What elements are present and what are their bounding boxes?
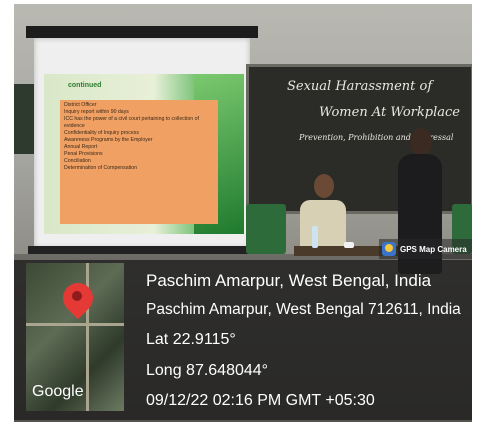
green-chair: [246, 204, 286, 254]
side-board: [14, 84, 36, 154]
slide-item: Awareness Programs by the Employer: [64, 137, 153, 143]
gps-map-camera-icon: [382, 242, 396, 256]
slide-item: Confidentiality of Inquiry process: [64, 130, 139, 136]
map-pin-dot: [72, 291, 82, 301]
map-road: [26, 323, 124, 326]
longitude: Long 87.648044°: [146, 362, 269, 379]
speaker-head: [410, 128, 432, 156]
slide-item: Inquiry report within 90 days: [64, 109, 129, 115]
slide-list: District Officer Inquiry report within 9…: [60, 100, 218, 224]
slide-item: Determination of Compensation: [64, 165, 137, 171]
location-address: Paschim Amarpur, West Bengal 712611, Ind…: [146, 301, 461, 318]
projector-screen-top: [26, 26, 258, 38]
timestamp: 09/12/22 02:16 PM GMT +05:30: [146, 392, 375, 409]
slide-item: District Officer: [64, 102, 97, 108]
google-logo: Google: [32, 383, 84, 400]
slide-item: Conciliation: [64, 158, 91, 164]
map-thumbnail: Google: [26, 263, 124, 411]
slide-item: Annual Report: [64, 144, 98, 150]
slide-item: Penal Provisions: [64, 151, 103, 157]
location-place: Paschim Amarpur, West Bengal, India: [146, 271, 432, 290]
latitude: Lat 22.9115°: [146, 331, 236, 348]
slide-heading: continued: [68, 82, 102, 89]
camera-badge-label: GPS Map Camera: [400, 244, 467, 254]
cup: [344, 242, 354, 248]
projector-screen-base: [28, 246, 256, 254]
water-bottle: [312, 226, 318, 248]
blackboard-line-2: Women At Workplace: [319, 105, 460, 120]
camera-badge: GPS Map Camera: [379, 239, 472, 259]
blackboard-line-1: Sexual Harassment of: [287, 79, 433, 94]
slide-item: ICC has the power of a civil court perta…: [64, 116, 199, 129]
seated-man-head: [314, 174, 334, 198]
